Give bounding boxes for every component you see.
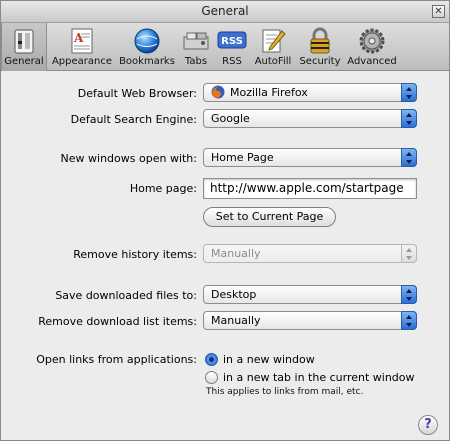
help-button[interactable]: ? (418, 415, 438, 435)
popup-arrows-icon (401, 109, 417, 128)
remove-history-popup[interactable]: Manually (203, 244, 417, 263)
remove-history-label: Remove history items: (73, 248, 197, 261)
title-bar[interactable]: General ✕ (1, 1, 449, 23)
advanced-icon (359, 28, 385, 54)
rss-badge-text: RSS (221, 36, 243, 47)
remove-history-value: Manually (211, 247, 261, 260)
svg-text:A: A (73, 31, 84, 45)
close-button[interactable]: ✕ (432, 5, 445, 18)
default-search-value: Google (211, 112, 250, 125)
window-title: General (201, 4, 249, 18)
new-windows-popup[interactable]: Home Page (203, 148, 417, 167)
home-page-label: Home page: (129, 182, 197, 195)
popup-arrows-icon (401, 83, 417, 102)
tab-security-label: Security (299, 56, 341, 67)
tab-tabs[interactable]: Tabs (179, 23, 213, 71)
autofill-icon (262, 29, 286, 53)
rss-icon: RSS (217, 31, 247, 49)
default-search-popup[interactable]: Google (203, 109, 417, 128)
popup-arrows-icon (401, 244, 417, 263)
tab-advanced[interactable]: Advanced (345, 23, 399, 71)
close-icon: ✕ (434, 6, 443, 17)
tabs-icon (183, 32, 209, 50)
open-links-label: Open links from applications: (36, 353, 197, 366)
appearance-icon: A (71, 28, 93, 54)
default-browser-value: Mozilla Firefox (230, 86, 308, 99)
tab-tabs-label: Tabs (184, 56, 208, 67)
firefox-icon (211, 85, 225, 99)
remove-downloads-popup[interactable]: Manually (203, 311, 417, 330)
tab-rss-label: RSS (222, 56, 242, 67)
tab-advanced-label: Advanced (347, 56, 397, 67)
radio-new-tab-label: in a new tab in the current window (223, 371, 415, 384)
radio-new-window-label: in a new window (223, 353, 315, 366)
remove-downloads-value: Manually (211, 314, 261, 327)
tab-general-label: General (4, 56, 44, 67)
save-downloads-popup[interactable]: Desktop (203, 285, 417, 304)
popup-arrows-icon (401, 148, 417, 167)
tab-bookmarks-label: Bookmarks (119, 56, 175, 67)
popup-arrows-icon (401, 311, 417, 330)
tab-general[interactable]: General (1, 23, 47, 71)
remove-downloads-label: Remove download list items: (38, 315, 197, 328)
help-icon: ? (424, 417, 432, 432)
tab-autofill[interactable]: AutoFill (251, 23, 295, 71)
new-windows-value: Home Page (211, 151, 274, 164)
open-links-note: This applies to links from mail, etc. (206, 387, 364, 397)
tab-bookmarks[interactable]: Bookmarks (117, 23, 177, 71)
tab-autofill-label: AutoFill (254, 56, 292, 67)
preferences-window: General ✕ General A Appearance Bookmarks… (0, 0, 450, 441)
default-browser-label: Default Web Browser: (77, 87, 197, 100)
save-downloads-value: Desktop (211, 288, 257, 301)
home-page-input[interactable]: http://www.apple.com/startpage (203, 178, 417, 199)
new-windows-label: New windows open with: (60, 152, 197, 165)
set-to-current-page-button[interactable]: Set to Current Page (203, 207, 336, 227)
radio-new-window[interactable] (205, 353, 218, 366)
default-search-label: Default Search Engine: (70, 113, 197, 126)
preferences-toolbar: General A Appearance Bookmarks Tabs RSS … (1, 23, 449, 71)
tab-appearance-label: Appearance (51, 56, 113, 67)
popup-arrows-icon (401, 285, 417, 304)
bookmarks-icon (134, 28, 160, 54)
general-icon (14, 29, 34, 54)
tab-rss[interactable]: RSS RSS (215, 23, 249, 71)
tab-security[interactable]: Security (297, 23, 343, 71)
save-downloads-label: Save downloaded files to: (55, 289, 197, 302)
default-browser-popup[interactable]: Mozilla Firefox (203, 83, 417, 102)
security-icon (310, 27, 330, 54)
radio-new-tab[interactable] (205, 371, 218, 384)
tab-appearance[interactable]: A Appearance (51, 23, 113, 71)
